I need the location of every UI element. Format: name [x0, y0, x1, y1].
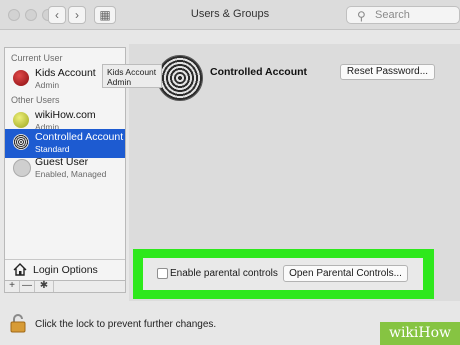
user-role: Standard [35, 144, 70, 154]
guest-avatar-icon [13, 159, 31, 177]
user-role: Admin [35, 80, 60, 90]
wikihow-watermark: wikiHow [380, 322, 460, 345]
minimize-window-button[interactable] [25, 9, 37, 21]
house-icon [13, 263, 27, 276]
tooltip-name: Kids Account [107, 67, 157, 77]
open-parental-controls-button[interactable]: Open Parental Controls... [283, 265, 408, 282]
show-all-grid-button[interactable]: ▦ [94, 6, 116, 24]
login-options-item[interactable]: Login Options [5, 259, 125, 279]
user-name: Guest User [35, 156, 89, 168]
back-button[interactable]: ‹ [48, 6, 66, 24]
title-bar: ‹ › ▦ Users & Groups ⚲ Search [0, 0, 460, 30]
user-name: Kids Account [35, 67, 96, 79]
account-avatar[interactable] [157, 55, 203, 101]
reset-password-button[interactable]: Reset Password... [340, 64, 435, 80]
user-name: wikiHow.com [35, 109, 96, 121]
lock-message: Click the lock to prevent further change… [35, 319, 217, 330]
enable-parental-controls-checkbox[interactable] [157, 268, 168, 279]
sidebar-bottom-bar: + — ✱ [4, 280, 126, 293]
account-name: Controlled Account [210, 66, 308, 78]
close-window-button[interactable] [8, 9, 20, 21]
add-user-button[interactable]: + [5, 281, 20, 292]
enable-parental-controls-label[interactable]: Enable parental controls [170, 268, 278, 279]
forward-button[interactable]: › [68, 6, 86, 24]
tooltip-role: Admin [107, 77, 132, 87]
user-item-guest-user[interactable]: Guest User Enabled, Managed [5, 154, 125, 183]
other-users-header: Other Users [11, 95, 60, 105]
login-options-label: Login Options [33, 264, 98, 276]
user-role: Enabled, Managed [35, 169, 107, 179]
tooltip: Kids Account Admin [102, 64, 162, 88]
gear-icon[interactable]: ✱ [35, 281, 54, 292]
user-name: Controlled Account [35, 131, 124, 143]
search-input[interactable]: ⚲ Search [346, 6, 460, 24]
avatar [13, 134, 29, 150]
current-user-header: Current User [11, 53, 63, 63]
search-placeholder: Search [375, 9, 410, 21]
window-title: Users & Groups [190, 8, 270, 20]
lock-icon[interactable] [10, 313, 26, 333]
remove-user-button[interactable]: — [20, 281, 35, 292]
avatar [13, 70, 29, 86]
search-icon: ⚲ [357, 9, 366, 23]
avatar [13, 112, 29, 128]
